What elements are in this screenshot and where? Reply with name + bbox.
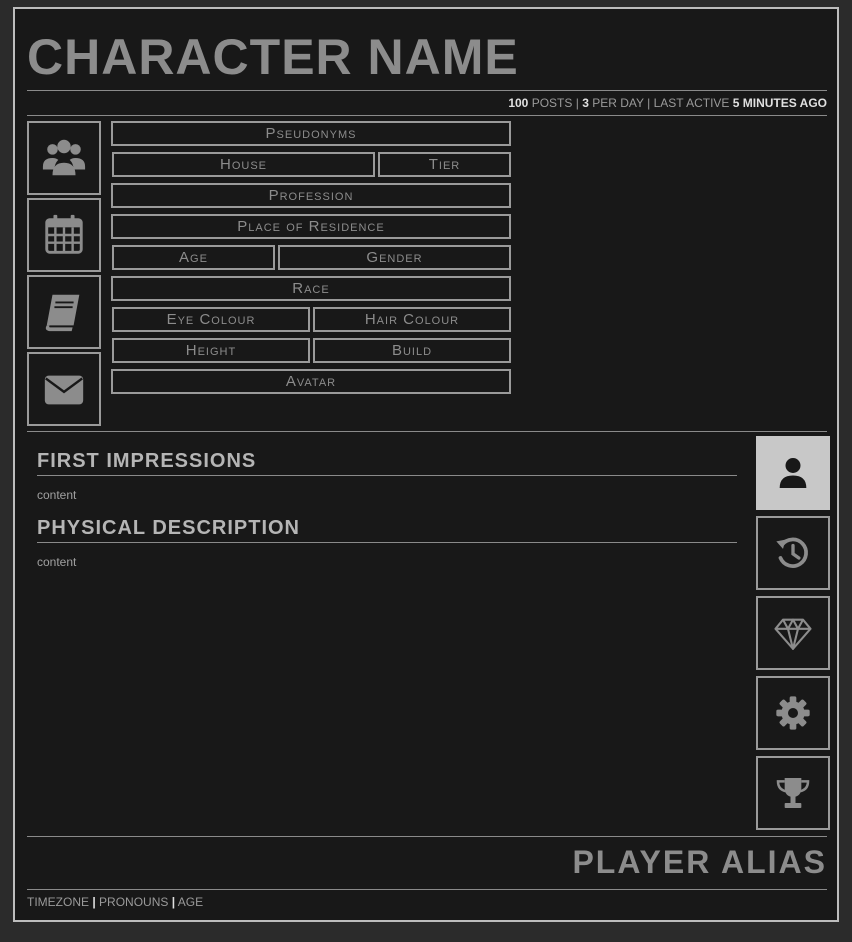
section-title-first-impressions: FIRST IMPRESSIONS [37,450,737,476]
build-field: Build [313,338,511,363]
book-tab[interactable] [27,275,101,349]
player-age-label: AGE [177,895,204,909]
height-field: Height [112,338,310,363]
avatar-field: Avatar [111,369,511,394]
section-content-physical-description: content [37,555,77,569]
gear-icon [776,696,810,730]
gem-icon [774,618,812,650]
player-alias: PLAYER ALIAS [572,844,827,880]
per-day-count: 3 [582,96,589,110]
profession-field: Profession [111,183,511,208]
posts-label: POSTS [531,96,573,110]
stats-separator: | [647,96,651,110]
tab-gems[interactable] [756,596,830,670]
house-field: House [112,152,375,177]
per-day-label: PER DAY [592,96,644,110]
posts-count: 100 [508,96,529,110]
pronouns-label: PRONOUNS [99,895,169,909]
users-icon [42,139,86,176]
divider [27,889,827,890]
pseudonyms-field: Pseudonyms [111,121,511,146]
player-info: TIMEZONE | PRONOUNS | AGE [27,895,203,909]
residence-field: Place of Residence [111,214,511,239]
hair-colour-field: Hair Colour [313,307,511,332]
last-active-value: 5 MINUTES AGO [732,96,827,110]
divider [27,836,827,837]
character-name: CHARACTER NAME [27,29,519,85]
timezone-label: TIMEZONE [27,895,89,909]
age-field: Age [112,245,275,270]
footer-separator: | [171,895,176,909]
calendar-icon [45,214,83,254]
tab-history[interactable] [756,516,830,590]
envelope-icon [44,375,84,405]
tab-profile[interactable] [756,436,830,510]
tab-settings[interactable] [756,676,830,750]
section-title-physical-description: PHYSICAL DESCRIPTION [37,517,737,543]
post-stats: 100 POSTS | 3 PER DAY | LAST ACTIVE 5 MI… [508,96,827,110]
stats-separator: | [575,96,579,110]
book-icon [45,294,80,332]
tab-trophies[interactable] [756,756,830,830]
trophy-icon [776,778,810,808]
messages-tab[interactable] [27,352,101,426]
tier-field: Tier [378,152,511,177]
section-content-first-impressions: content [37,488,77,502]
eye-colour-field: Eye Colour [112,307,310,332]
users-tab[interactable] [27,121,101,195]
divider [27,90,827,91]
race-field: Race [111,276,511,301]
divider [27,431,827,432]
profile-card: CHARACTER NAME 100 POSTS | 3 PER DAY | L… [13,7,839,922]
calendar-tab[interactable] [27,198,101,272]
user-icon [779,458,807,488]
history-icon [776,537,808,568]
divider [27,115,827,116]
gender-field: Gender [278,245,511,270]
last-active-label: LAST ACTIVE [653,96,730,110]
footer-separator: | [92,895,96,909]
